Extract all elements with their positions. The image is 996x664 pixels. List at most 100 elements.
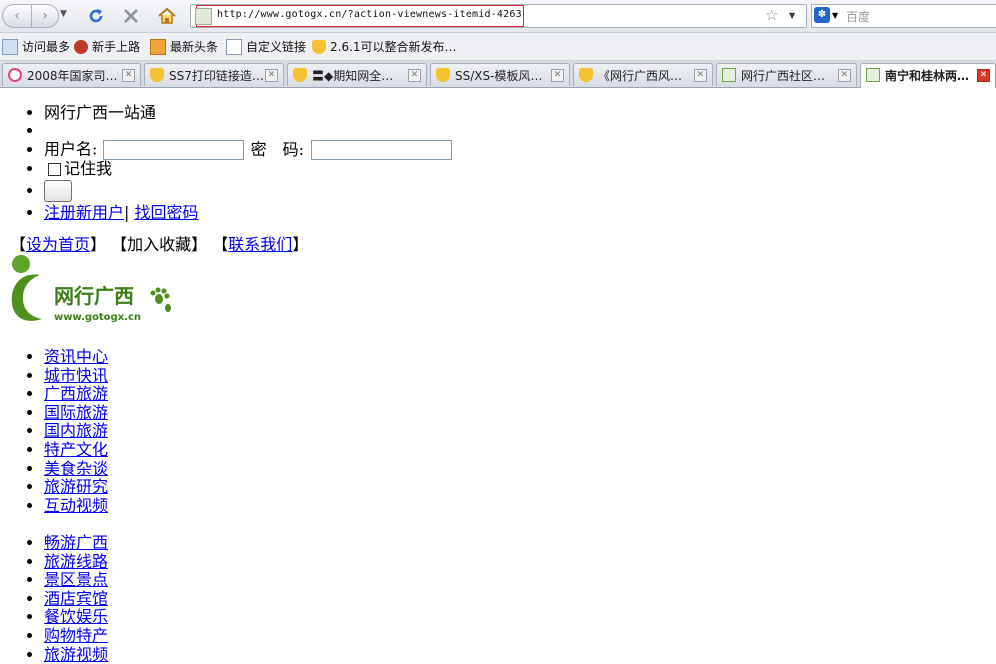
tab-3[interactable]: 〓◆期知网全… ✕ (287, 63, 427, 86)
search-engine-selector[interactable]: ✽ ▼ (814, 7, 840, 23)
tab-favicon-icon (293, 68, 307, 82)
nav-link[interactable]: 美食杂谈 (44, 459, 108, 478)
stop-icon (124, 9, 138, 23)
nav-link[interactable]: 广西旅游 (44, 384, 108, 403)
tab-close-icon[interactable]: ✕ (694, 69, 707, 82)
nav-item-hotels: 酒店宾馆 (44, 589, 108, 609)
forward-button[interactable]: › (31, 4, 59, 28)
site-logo[interactable]: 网行广西 www.gotogx.cn (8, 253, 173, 325)
bookmark-custom-links[interactable]: 自定义链接 (226, 38, 306, 55)
nav-item-scenic-spots: 景区景点 (44, 570, 108, 590)
home-button[interactable] (156, 5, 178, 27)
tab-favicon-icon (8, 68, 22, 82)
tab-close-icon[interactable]: ✕ (122, 69, 135, 82)
nav-link[interactable]: 景区景点 (44, 570, 108, 589)
url-text[interactable]: http://www.gotogx.cn/?action-viewnews-it… (217, 9, 522, 20)
login-panel: 网行广西一站通 用户名: 密 码: 记住我 注册新用户| 找回密码 (0, 104, 453, 222)
add-favorite-text[interactable]: 加入收藏 (127, 235, 191, 254)
bracket-open: 【 (212, 235, 229, 254)
nav-link[interactable]: 城市快讯 (44, 366, 108, 385)
nav-link[interactable]: 互动视频 (44, 496, 108, 515)
nav-item-food-talk: 美食杂谈 (44, 459, 108, 479)
bookmark-getting-started[interactable]: 新手上路 (74, 38, 140, 55)
nav-link[interactable]: 旅游视频 (44, 645, 108, 664)
folder-search-icon (2, 38, 18, 55)
nav-link[interactable]: 国际旅游 (44, 403, 108, 422)
tab-4[interactable]: SS/XS-模板风… ✕ (430, 63, 570, 86)
nav-item-dining-entertainment: 餐饮娱乐 (44, 608, 108, 627)
nav-link[interactable]: 餐饮娱乐 (44, 607, 108, 627)
back-button[interactable]: ‹ (2, 4, 32, 28)
paw-icon (150, 287, 171, 312)
remember-checkbox[interactable] (48, 163, 61, 176)
nav-item-city-news: 城市快讯 (44, 366, 108, 386)
tab-1[interactable]: 2008年国家司… ✕ (2, 63, 141, 86)
tab-favicon-icon (436, 68, 450, 82)
tab-label: 《网行广西风… (598, 69, 683, 83)
bookmark-label: 新手上路 (92, 40, 141, 54)
reload-icon (89, 9, 103, 23)
bookmark-star-icon[interactable]: ☆ (765, 6, 778, 24)
forward-arrow-icon: › (42, 8, 48, 24)
engine-dropdown-icon: ▼ (832, 10, 839, 20)
history-dropdown-icon[interactable]: ▼ (60, 9, 67, 19)
nav-link[interactable]: 旅游线路 (44, 552, 108, 571)
top-links: 【设为首页】 【加入收藏】 【联系我们】 (10, 231, 308, 255)
login-submit-button[interactable] (44, 180, 72, 202)
primary-nav: 资讯中心 城市快讯 广西旅游 国际旅游 国内旅游 特产文化 美食杂谈 旅游研究 … (0, 347, 108, 515)
nav-link[interactable]: 特产文化 (44, 440, 108, 459)
page-icon (226, 38, 242, 55)
search-input[interactable]: 百度 (846, 8, 870, 25)
tab-close-icon[interactable]: ✕ (265, 69, 278, 82)
password-label: 密 码: (250, 139, 304, 159)
nav-item-specialty-culture: 特产文化 (44, 440, 108, 460)
username-label: 用户名: (44, 139, 98, 159)
contact-us-link[interactable]: 联系我们 (228, 235, 292, 254)
tab-close-icon[interactable]: ✕ (551, 69, 564, 82)
tab-2[interactable]: SS7打印链接造… ✕ (144, 63, 284, 86)
tab-close-icon[interactable]: ✕ (977, 69, 990, 82)
address-bar[interactable]: http://www.gotogx.cn/?action-viewnews-it… (190, 4, 807, 28)
bookmark-latest-headlines[interactable]: 最新头条 (150, 38, 218, 55)
logo-domain: www.gotogx.cn (54, 312, 141, 323)
url-dropdown-icon[interactable]: ▼ (789, 11, 795, 20)
nav-link[interactable]: 资讯中心 (44, 347, 108, 366)
tab-6[interactable]: 网行广西社区… ✕ (716, 63, 857, 86)
bookmark-most-visited[interactable]: 访问最多 (2, 38, 70, 55)
nav-item-guangxi-travel: 广西旅游 (44, 384, 108, 404)
tab-favicon-icon (150, 68, 164, 82)
nav-link[interactable]: 旅游研究 (44, 477, 108, 496)
nav-link[interactable]: 国内旅游 (44, 421, 108, 441)
forgot-password-link[interactable]: 找回密码 (135, 203, 199, 222)
search-box[interactable]: ✽ ▼ 百度 (811, 4, 996, 28)
stop-button[interactable] (120, 5, 142, 27)
shield-icon (312, 39, 326, 54)
tab-close-icon[interactable]: ✕ (838, 69, 851, 82)
logo-name: 网行广西 (54, 284, 134, 308)
nav-link[interactable]: 购物特产 (44, 626, 108, 645)
nav-item-tour-guangxi: 畅游广西 (44, 533, 108, 553)
submit-row (44, 180, 452, 202)
tab-7-active[interactable]: 南宁和桂林两… ✕ (860, 63, 996, 88)
bookmark-new-release[interactable]: 2.6.1可以整合新发布… (312, 38, 457, 55)
tab-5[interactable]: 《网行广西风… ✕ (573, 63, 713, 86)
set-homepage-link[interactable]: 设为首页 (26, 235, 90, 254)
back-arrow-icon: ‹ (14, 8, 20, 24)
login-fields-row: 用户名: 密 码: (44, 139, 453, 160)
nav-item-travel-video: 旅游视频 (44, 645, 108, 664)
nav-link[interactable]: 酒店宾馆 (44, 589, 108, 608)
tab-close-icon[interactable]: ✕ (408, 69, 421, 82)
nav-item-news-center: 资讯中心 (44, 347, 108, 367)
reload-button[interactable] (85, 5, 107, 27)
nav-link[interactable]: 畅游广西 (44, 533, 108, 552)
password-input[interactable] (311, 140, 453, 160)
site-favicon-icon (195, 8, 212, 25)
firefox-icon (74, 39, 88, 54)
bracket-open: 【 (10, 235, 27, 254)
register-link[interactable]: 注册新用户 (44, 203, 124, 222)
tab-strip: 2008年国家司… ✕ SS7打印链接造… ✕ 〓◆期知网全… ✕ SS/XS-… (0, 61, 996, 88)
tab-label: SS/XS-模板风… (455, 69, 543, 83)
username-input[interactable] (102, 140, 244, 160)
link-divider: | (124, 203, 130, 222)
remember-label: 记住我 (64, 159, 113, 178)
